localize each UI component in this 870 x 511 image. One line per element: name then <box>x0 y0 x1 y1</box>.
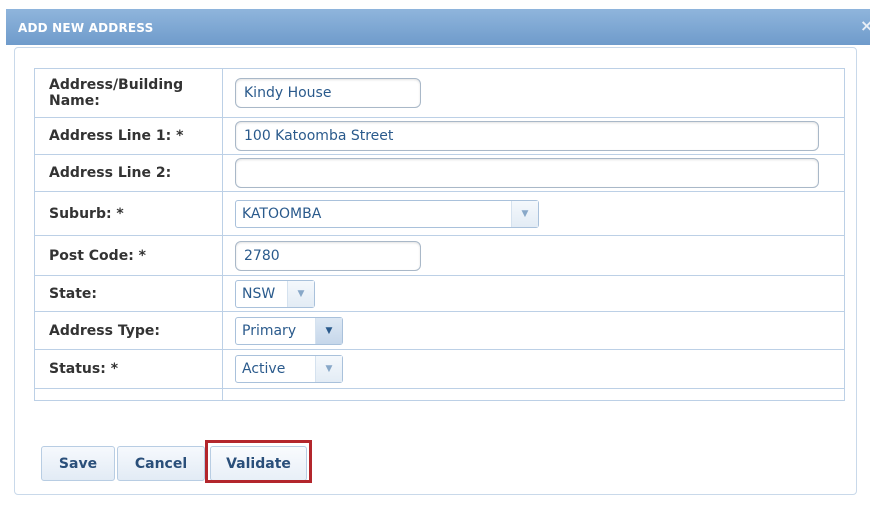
building-name-label: Address/Building Name: <box>34 68 223 118</box>
status-label: Status: * <box>34 349 223 389</box>
form-row: State: NSW ▼ <box>34 275 845 312</box>
suburb-label: Suburb: * <box>34 191 223 236</box>
status-value: Active <box>242 361 286 377</box>
cancel-button[interactable]: Cancel <box>117 446 205 481</box>
dialog-titlebar: ADD NEW ADDRESS × <box>6 9 870 45</box>
chevron-down-icon[interactable]: ▼ <box>511 200 538 227</box>
suburb-select[interactable]: KATOOMBA ▼ <box>235 199 539 228</box>
state-select[interactable]: NSW ▼ <box>235 279 315 308</box>
address-line-1-input[interactable]: 100 Katoomba Street <box>235 121 819 151</box>
address-type-select[interactable]: Primary ▼ <box>235 316 343 345</box>
building-name-input[interactable]: Kindy House <box>235 78 421 108</box>
dialog-title: ADD NEW ADDRESS <box>18 21 154 35</box>
form-row-spacer <box>34 388 845 401</box>
state-value: NSW <box>242 285 276 302</box>
save-button[interactable]: Save <box>41 446 115 481</box>
post-code-label: Post Code: * <box>34 235 223 276</box>
status-select[interactable]: Active ▼ <box>235 355 343 383</box>
validate-highlight-box <box>205 440 312 483</box>
form-row: Address Line 1: * 100 Katoomba Street <box>34 117 845 155</box>
address-form-table: Address/Building Name: Kindy House Addre… <box>34 68 845 401</box>
address-line-2-label: Address Line 2: <box>34 154 223 192</box>
chevron-down-icon[interactable]: ▼ <box>315 356 342 382</box>
state-label: State: <box>34 275 223 312</box>
close-icon[interactable]: × <box>860 18 870 34</box>
chevron-down-icon[interactable]: ▼ <box>315 317 342 344</box>
form-row: Address Type: Primary ▼ <box>34 311 845 350</box>
form-row: Address/Building Name: Kindy House <box>34 68 845 118</box>
form-row: Suburb: * KATOOMBA ▼ <box>34 191 845 236</box>
post-code-input[interactable]: 2780 <box>235 240 421 271</box>
address-type-label: Address Type: <box>34 311 223 350</box>
address-line-2-input[interactable] <box>235 158 819 188</box>
chevron-down-icon[interactable]: ▼ <box>287 280 314 307</box>
form-row: Post Code: * 2780 <box>34 235 845 276</box>
suburb-value: KATOOMBA <box>242 205 322 222</box>
address-line-1-label: Address Line 1: * <box>34 117 223 155</box>
address-type-value: Primary <box>242 322 297 339</box>
form-row: Status: * Active ▼ <box>34 349 845 389</box>
form-row: Address Line 2: <box>34 154 845 192</box>
